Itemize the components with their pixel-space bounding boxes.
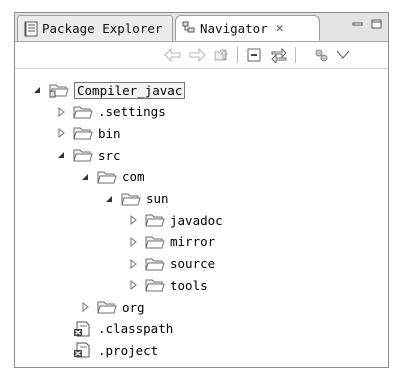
back-button[interactable] [163,45,183,65]
tree-item-label: source [170,256,216,272]
collapsed-triangle-icon[interactable] [128,236,138,247]
tree-item-label: mirror [170,234,216,250]
tree-folder-item[interactable]: org [79,296,145,318]
tree-item-label: src [98,147,121,163]
collapsed-triangle-icon[interactable] [128,215,138,226]
folder-icon [73,106,93,119]
view-tab-bar: Package Explorer Navigator ✕ [15,13,388,42]
close-icon[interactable]: ✕ [276,21,284,36]
collapse-all-icon [247,48,261,62]
folder-icon [73,127,93,140]
back-arrow-icon [164,48,181,62]
tree-folder-item[interactable]: tools [127,274,208,296]
forward-arrow-icon [189,48,206,62]
expanded-triangle-icon[interactable] [104,194,114,204]
settings-icon [315,49,328,62]
forward-button[interactable] [187,45,207,65]
settings-button[interactable] [311,45,331,65]
maximize-icon[interactable] [371,19,382,29]
tab-navigator[interactable]: Navigator ✕ [175,15,320,41]
collapsed-triangle-icon[interactable] [128,280,138,291]
tree-folder-item[interactable]: bin [55,122,121,144]
tree-item-label: bin [98,125,121,141]
folder-icon [145,236,165,249]
tree-file-item[interactable]: .classpath [55,318,173,340]
tree-item-label: Compiler_javac [74,81,186,99]
tab-label: Navigator [200,20,268,36]
collapsed-triangle-icon[interactable] [80,302,90,312]
folder-icon [145,279,165,292]
tree-folder-item[interactable]: javadoc [127,209,223,231]
link-with-editor-icon [271,47,287,63]
tree-item-label: org [122,299,145,315]
view-menu-button[interactable] [333,45,353,65]
minimize-icon[interactable] [352,19,363,29]
tree-folder-item[interactable]: sun [103,188,169,210]
tree-item-label: sun [146,191,169,206]
collapsed-triangle-icon[interactable] [56,106,66,117]
view-toolbar [15,42,388,69]
package-explorer-icon [24,21,38,36]
expanded-triangle-icon[interactable] [32,85,42,95]
tree-folder-item[interactable]: source [127,253,215,275]
tree-item-label: javadoc [170,212,223,228]
folder-icon [145,214,165,227]
tree-folder-item[interactable]: com [79,166,145,188]
link-with-editor-button[interactable] [269,45,289,65]
navigator-view: Package Explorer Navigator ✕ Compiler_ja… [14,12,389,368]
navigator-icon [182,21,195,33]
tab-package-explorer[interactable]: Package Explorer [17,15,173,41]
tree-item-label: com [122,169,145,185]
up-button[interactable] [212,45,232,65]
tab-label: Package Explorer [42,21,163,36]
collapsed-triangle-icon[interactable] [56,128,66,139]
file-icon [74,321,90,337]
tree-folder-item[interactable]: .settings [55,101,166,123]
collapse-all-button[interactable] [244,45,264,65]
resource-tree: Compiler_javac .settings bin src com sun javad… [15,69,388,367]
folder-icon [97,171,117,184]
tree-item-label: .settings [98,104,166,120]
collapsed-triangle-icon[interactable] [128,258,138,269]
folder-icon [145,258,165,271]
folder-icon [73,149,93,162]
tree-folder-item[interactable]: src [55,144,121,166]
tree-item-label: .classpath [98,321,174,337]
tree-folder-item[interactable]: Compiler_javac [31,79,186,101]
file-icon [74,342,90,358]
expanded-triangle-icon[interactable] [80,172,90,182]
tree-item-label: .project [98,342,159,358]
project-folder-icon [49,84,69,98]
tree-file-item[interactable]: .project [55,339,158,361]
view-menu-icon [336,50,350,59]
tree-folder-item[interactable]: mirror [127,231,215,253]
folder-icon [121,193,141,205]
folder-icon [97,301,117,314]
expanded-triangle-icon[interactable] [56,150,66,160]
up-folder-icon [214,49,229,61]
tree-item-label: tools [170,277,208,293]
